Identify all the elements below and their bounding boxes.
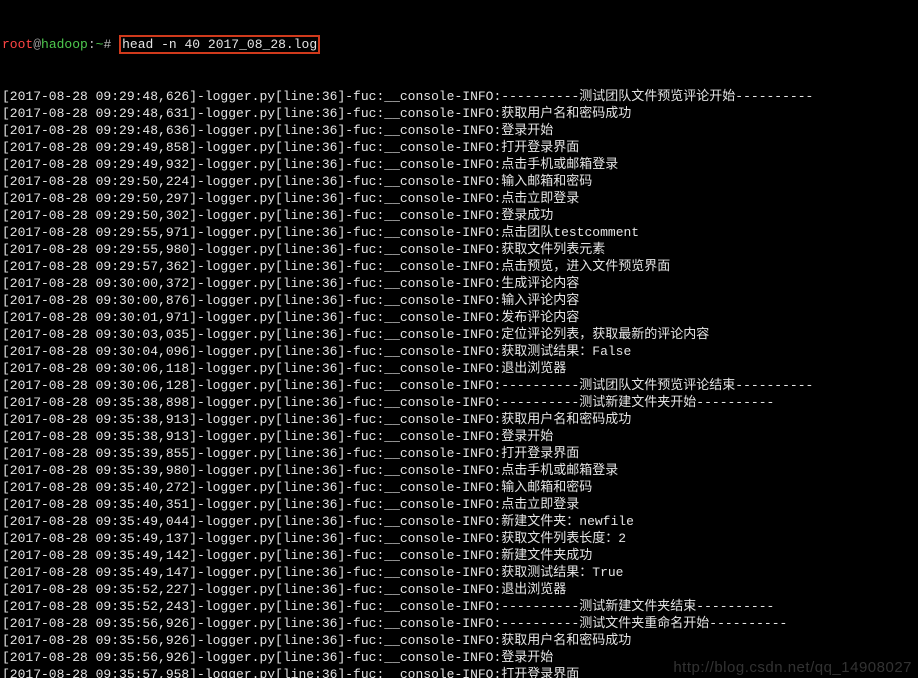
log-line: [2017-08-28 09:30:01,971]-logger.py[line… bbox=[2, 309, 916, 326]
log-line: [2017-08-28 09:30:00,876]-logger.py[line… bbox=[2, 292, 916, 309]
log-line: [2017-08-28 09:29:57,362]-logger.py[line… bbox=[2, 258, 916, 275]
log-line: [2017-08-28 09:35:38,913]-logger.py[line… bbox=[2, 411, 916, 428]
log-line: [2017-08-28 09:29:48,631]-logger.py[line… bbox=[2, 105, 916, 122]
log-line: [2017-08-28 09:35:49,044]-logger.py[line… bbox=[2, 513, 916, 530]
command-highlight: head -n 40 2017_08_28.log bbox=[119, 35, 320, 54]
log-line: [2017-08-28 09:29:49,932]-logger.py[line… bbox=[2, 156, 916, 173]
command-text: head -n 40 2017_08_28.log bbox=[122, 37, 317, 52]
log-line: [2017-08-28 09:35:52,243]-logger.py[line… bbox=[2, 598, 916, 615]
log-line: [2017-08-28 09:29:50,224]-logger.py[line… bbox=[2, 173, 916, 190]
log-line: [2017-08-28 09:35:56,926]-logger.py[line… bbox=[2, 632, 916, 649]
log-line: [2017-08-28 09:35:39,855]-logger.py[line… bbox=[2, 445, 916, 462]
log-line: [2017-08-28 09:29:55,971]-logger.py[line… bbox=[2, 224, 916, 241]
log-line: [2017-08-28 09:35:40,272]-logger.py[line… bbox=[2, 479, 916, 496]
prompt-sep: : bbox=[88, 37, 96, 52]
log-line: [2017-08-28 09:30:04,096]-logger.py[line… bbox=[2, 343, 916, 360]
log-line: [2017-08-28 09:35:39,980]-logger.py[line… bbox=[2, 462, 916, 479]
log-line: [2017-08-28 09:29:49,858]-logger.py[line… bbox=[2, 139, 916, 156]
log-line: [2017-08-28 09:30:06,128]-logger.py[line… bbox=[2, 377, 916, 394]
log-line: [2017-08-28 09:35:49,147]-logger.py[line… bbox=[2, 564, 916, 581]
prompt-line[interactable]: root@hadoop:~# head -n 40 2017_08_28.log bbox=[2, 35, 916, 54]
log-line: [2017-08-28 09:35:40,351]-logger.py[line… bbox=[2, 496, 916, 513]
log-line: [2017-08-28 09:35:38,898]-logger.py[line… bbox=[2, 394, 916, 411]
log-line: [2017-08-28 09:35:52,227]-logger.py[line… bbox=[2, 581, 916, 598]
log-line: [2017-08-28 09:35:56,926]-logger.py[line… bbox=[2, 615, 916, 632]
watermark: http://blog.csdn.net/qq_14908027 bbox=[673, 659, 912, 676]
log-line: [2017-08-28 09:35:38,913]-logger.py[line… bbox=[2, 428, 916, 445]
log-line: [2017-08-28 09:35:49,142]-logger.py[line… bbox=[2, 547, 916, 564]
log-line: [2017-08-28 09:35:49,137]-logger.py[line… bbox=[2, 530, 916, 547]
log-line: [2017-08-28 09:29:50,297]-logger.py[line… bbox=[2, 190, 916, 207]
log-line: [2017-08-28 09:30:03,035]-logger.py[line… bbox=[2, 326, 916, 343]
log-line: [2017-08-28 09:29:48,626]-logger.py[line… bbox=[2, 88, 916, 105]
log-line: [2017-08-28 09:30:06,118]-logger.py[line… bbox=[2, 360, 916, 377]
log-output: [2017-08-28 09:29:48,626]-logger.py[line… bbox=[2, 88, 916, 678]
prompt-at: @ bbox=[33, 37, 41, 52]
log-line: [2017-08-28 09:29:50,302]-logger.py[line… bbox=[2, 207, 916, 224]
terminal[interactable]: root@hadoop:~# head -n 40 2017_08_28.log… bbox=[0, 0, 918, 678]
prompt-hash: # bbox=[103, 37, 111, 52]
log-line: [2017-08-28 09:29:55,980]-logger.py[line… bbox=[2, 241, 916, 258]
log-line: [2017-08-28 09:30:00,372]-logger.py[line… bbox=[2, 275, 916, 292]
prompt-host: hadoop bbox=[41, 37, 88, 52]
prompt-user: root bbox=[2, 37, 33, 52]
log-line: [2017-08-28 09:29:48,636]-logger.py[line… bbox=[2, 122, 916, 139]
